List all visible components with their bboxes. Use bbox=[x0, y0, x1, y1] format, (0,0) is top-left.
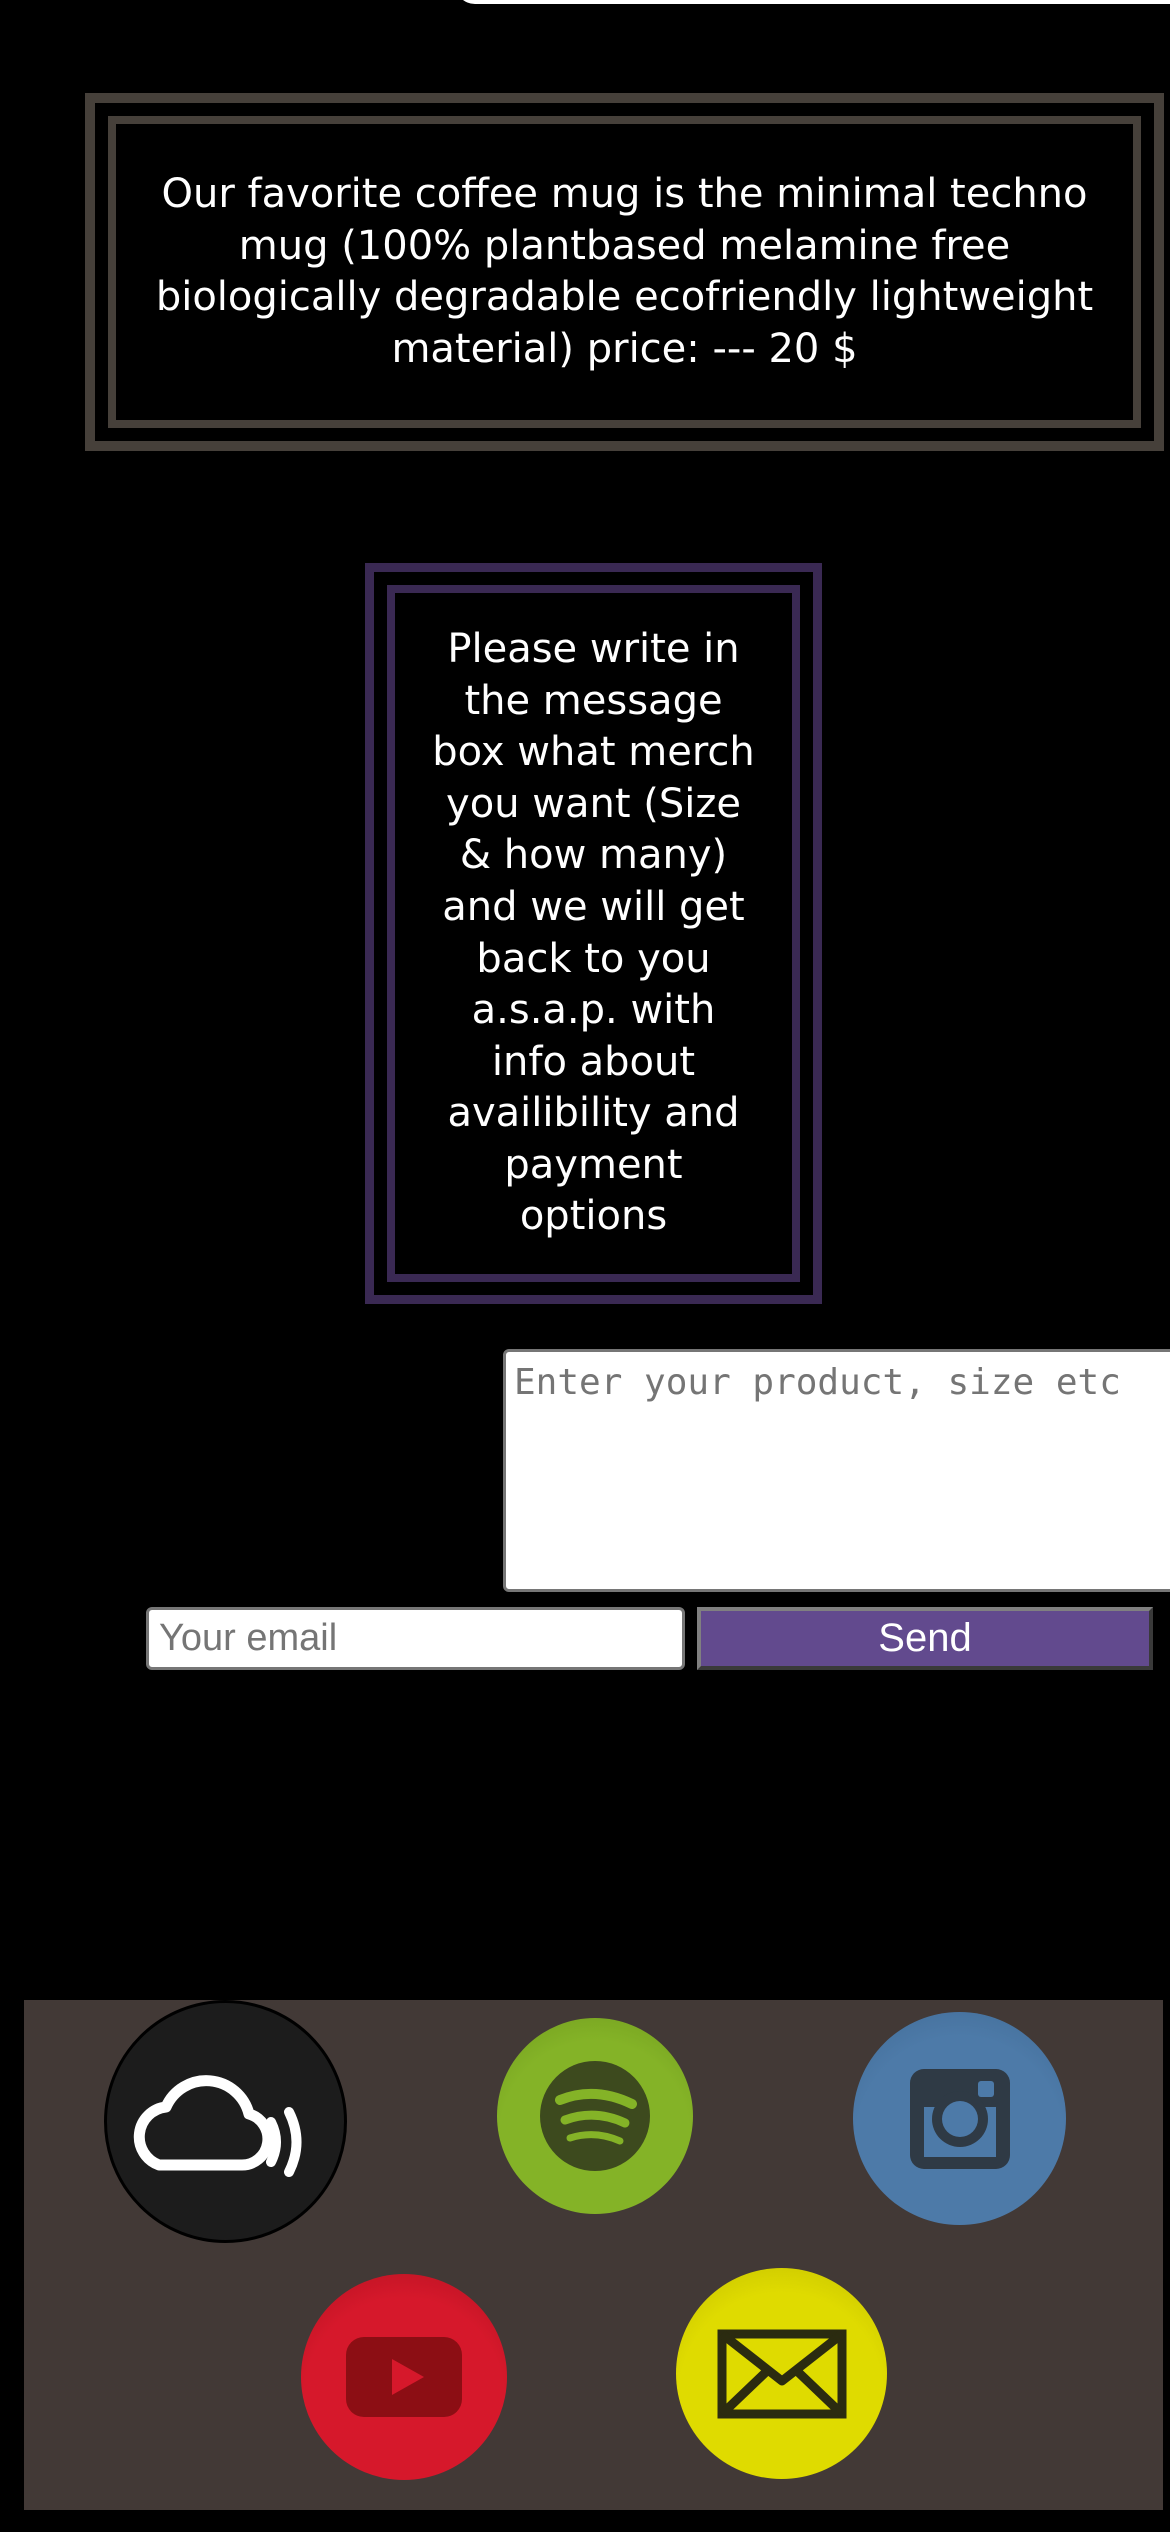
mug-promo-frame: Our favorite coffee mug is the minimal t… bbox=[85, 93, 1164, 451]
top-edge-element bbox=[455, 0, 1170, 4]
order-instructions-text: Please write in the message box what mer… bbox=[432, 625, 755, 1240]
product-message-input[interactable] bbox=[503, 1349, 1170, 1592]
instagram-icon bbox=[908, 2067, 1012, 2171]
order-instructions-frame: Please write in the message box what mer… bbox=[365, 563, 822, 1304]
mug-promo-text: Our favorite coffee mug is the minimal t… bbox=[155, 171, 1094, 372]
send-button[interactable]: Send bbox=[697, 1607, 1153, 1670]
youtube-link[interactable] bbox=[301, 2274, 507, 2480]
mug-promo-inner-frame: Our favorite coffee mug is the minimal t… bbox=[108, 116, 1141, 428]
instagram-link[interactable] bbox=[853, 2012, 1066, 2225]
mixcloud-link[interactable] bbox=[104, 2000, 347, 2243]
email-link[interactable] bbox=[676, 2268, 887, 2479]
email-field[interactable] bbox=[146, 1607, 685, 1670]
spotify-link[interactable] bbox=[497, 2018, 693, 2214]
mixcloud-icon bbox=[121, 2067, 331, 2177]
spotify-icon bbox=[535, 2056, 655, 2176]
youtube-icon bbox=[344, 2335, 464, 2419]
order-instructions-inner-frame: Please write in the message box what mer… bbox=[387, 585, 800, 1282]
social-footer bbox=[24, 2000, 1163, 2510]
email-icon bbox=[717, 2329, 847, 2419]
